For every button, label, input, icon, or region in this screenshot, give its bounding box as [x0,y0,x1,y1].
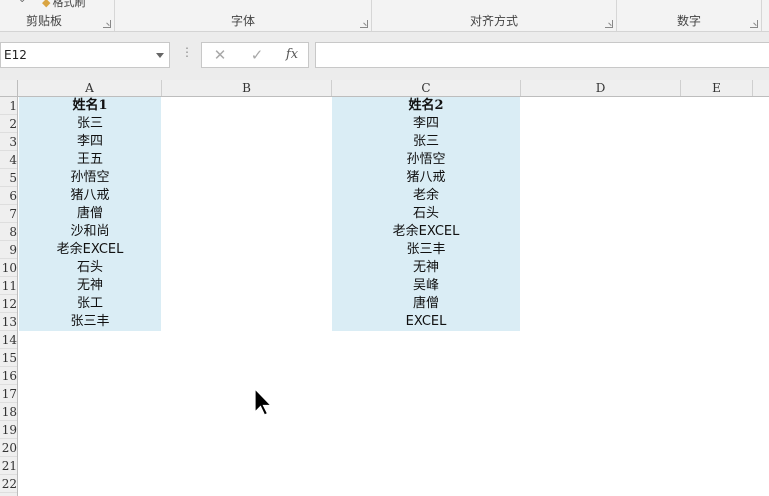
cell-c[interactable]: 石头 [332,205,520,223]
alignment-dialog-launcher-icon[interactable] [605,20,613,28]
row-header[interactable]: 6 [0,187,17,205]
cell-a[interactable]: 老余EXCEL [19,241,161,259]
clipboard-group-label: 剪贴板 [26,14,63,28]
cancel-icon[interactable]: ✕ [208,46,232,64]
cell-a[interactable]: 石头 [19,259,161,277]
column-header-e[interactable]: E [681,80,753,96]
cell-c[interactable]: EXCEL [332,313,520,331]
cell-c[interactable]: 孙悟空 [332,151,520,169]
font-group: 字体 [115,0,372,31]
row-header[interactable]: 20 [0,439,17,457]
row-header[interactable]: 18 [0,403,17,421]
clipboard-dialog-launcher-icon[interactable] [103,20,111,28]
cell-c[interactable]: 张三 [332,133,520,151]
row-header[interactable]: 15 [0,349,17,367]
cell-c[interactable]: 猪八戒 [332,169,520,187]
insert-function-button[interactable]: fx [280,47,304,62]
cell-a[interactable]: 张工 [19,295,161,313]
cell-a[interactable]: 孙悟空 [19,169,161,187]
enter-icon[interactable]: ✓ [245,46,269,64]
row-header[interactable]: 8 [0,223,17,241]
row-header[interactable]: 14 [0,331,17,349]
row-header[interactable]: 2 [0,115,17,133]
row-header[interactable]: 4 [0,151,17,169]
chevron-down-icon[interactable] [156,53,164,58]
cell-c[interactable]: 老余 [332,187,520,205]
cell-a[interactable]: 王五 [19,151,161,169]
cell-a[interactable]: 李四 [19,133,161,151]
column-header-a[interactable]: A [18,80,162,96]
row-header[interactable]: 16 [0,367,17,385]
cell-a[interactable]: 猪八戒 [19,187,161,205]
formula-input[interactable] [315,42,769,68]
column-header-b[interactable]: B [162,80,332,96]
column-header-c[interactable]: C [332,80,521,96]
cell-c[interactable]: 老余EXCEL [332,223,520,241]
name-box-value: E12 [4,48,27,62]
font-dialog-launcher-icon[interactable] [360,20,368,28]
row-header[interactable]: 3 [0,133,17,151]
row-header[interactable]: 22 [0,475,17,493]
row-header[interactable]: 7 [0,205,17,223]
row-header[interactable]: 5 [0,169,17,187]
cell-c[interactable]: 无神 [332,259,520,277]
cell-a[interactable]: 无神 [19,277,161,295]
row-header[interactable]: 11 [0,277,17,295]
cell-c[interactable]: 张三丰 [332,241,520,259]
column-header-bar: A B C D E [0,80,769,97]
row-header[interactable]: 21 [0,457,17,475]
row-header[interactable]: 9 [0,241,17,259]
cell-c[interactable]: 唐僧 [332,295,520,313]
number-group-label: 数字 [676,14,701,28]
row-header[interactable]: 13 [0,313,17,331]
font-group-label: 字体 [230,14,255,28]
name-box[interactable]: E12 [0,42,170,68]
formula-buttons: ✕ ✓ fx [201,42,309,68]
cell-a1[interactable]: 姓名1 [19,97,161,115]
cell-a[interactable]: 唐僧 [19,205,161,223]
cell-c1[interactable]: 姓名2 [332,97,520,115]
number-dialog-launcher-icon[interactable] [750,20,758,28]
cell-c[interactable]: 李四 [332,115,520,133]
row-header[interactable]: 10 [0,259,17,277]
column-header-d[interactable]: D [521,80,681,96]
formula-bar: E12 ⋮ ✕ ✓ fx [0,32,769,80]
row-header-bar: 1 2 3 4 5 6 7 8 9 10 11 12 13 14 15 16 1… [0,97,18,496]
resize-handle-icon[interactable]: ⋮ [181,46,193,58]
select-all-corner[interactable] [0,80,18,96]
row-header[interactable]: 19 [0,421,17,439]
alignment-group-label: 对齐方式 [469,14,518,28]
cell-a[interactable]: 张三丰 [19,313,161,331]
number-group: 数字 [617,0,762,31]
cell-c[interactable]: 吴峰 [332,277,520,295]
alignment-group: 对齐方式 [372,0,617,31]
cell-a[interactable]: 沙和尚 [19,223,161,241]
row-header[interactable]: 12 [0,295,17,313]
row-header[interactable]: 17 [0,385,17,403]
mouse-cursor-icon [254,388,273,416]
clipboard-group: 剪贴板 [0,0,115,31]
ribbon: ⌄ ◆格式刷 剪贴板 字体 对齐方式 数字 [0,0,769,32]
row-header[interactable]: 1 [0,97,17,115]
cell-a[interactable]: 张三 [19,115,161,133]
